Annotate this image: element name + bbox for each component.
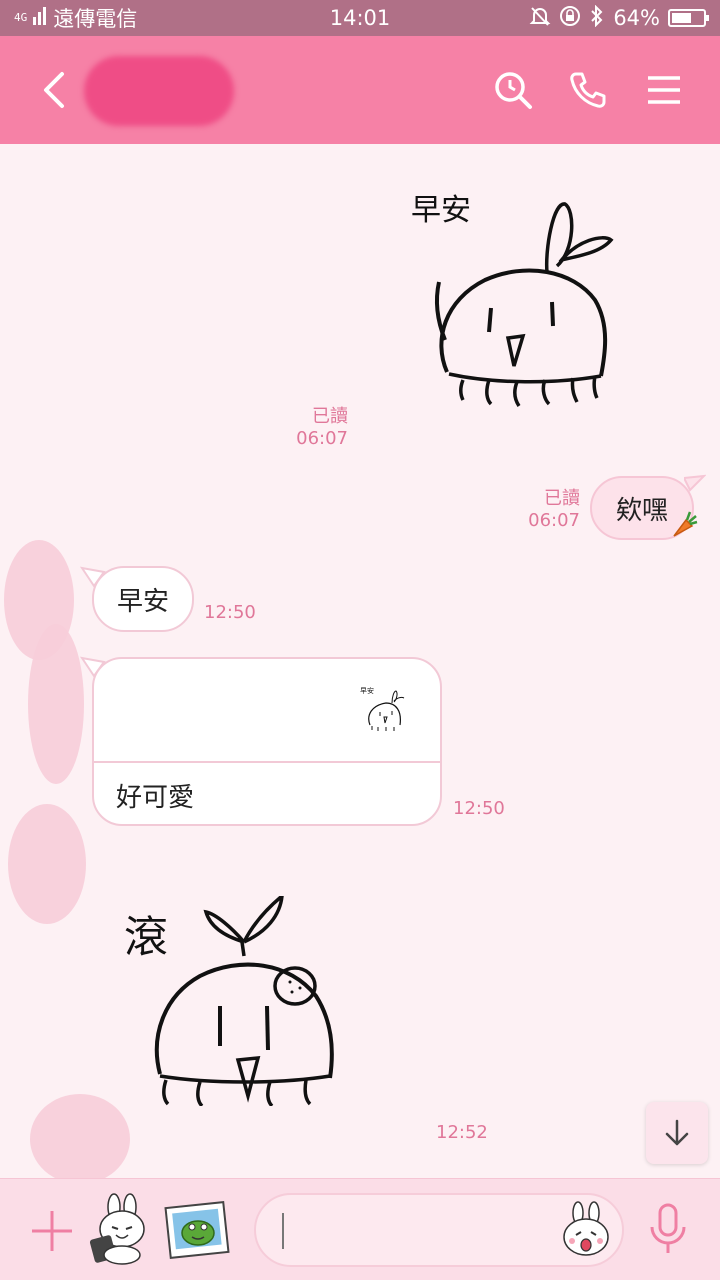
clock-search-icon[interactable] — [493, 70, 533, 110]
mute-bell-icon — [529, 5, 551, 32]
message-time: 12:52 — [436, 1122, 488, 1143]
message-bubble-incoming[interactable]: 早安 — [92, 566, 194, 632]
background-blot — [28, 624, 84, 784]
message-input[interactable] — [254, 1193, 624, 1267]
reply-message-card[interactable]: 早安 好可愛 — [92, 657, 442, 826]
status-bar: 4G 遠傳電信 14:01 64% — [0, 0, 720, 36]
quoted-sticker-text: 早安 — [360, 686, 374, 695]
message-input-bar — [0, 1178, 720, 1280]
carrot-icon — [673, 511, 698, 537]
emoji-cony-icon[interactable] — [560, 1201, 612, 1259]
background-blot — [30, 1094, 130, 1178]
bubble-tail — [684, 474, 706, 492]
message-text: 欸嘿 — [615, 495, 668, 526]
signal-bars-icon — [33, 6, 47, 30]
chat-header — [0, 36, 720, 144]
message-time: 06:07 — [528, 510, 580, 531]
sticker-shortcut-cony-icon[interactable] — [88, 1193, 154, 1265]
hamburger-menu-icon[interactable] — [644, 70, 684, 110]
message-text: 好可愛 — [116, 783, 195, 813]
plus-icon[interactable] — [30, 1209, 74, 1253]
text-caret — [282, 1213, 284, 1249]
arrow-down-icon — [665, 1119, 689, 1146]
message-meta: 已讀 06:07 — [510, 488, 580, 532]
contact-name-redacted[interactable] — [84, 56, 234, 126]
carrier-name: 遠傳電信 — [53, 7, 138, 31]
phone-icon[interactable] — [568, 70, 608, 110]
chat-area[interactable]: 早安 已讀 06:07 已讀 06:07 欸嘿 早安 12:50 早安 好可愛 … — [0, 144, 720, 1178]
chevron-left-icon[interactable] — [36, 70, 76, 110]
battery-icon — [668, 9, 709, 27]
message-text: 早安 — [116, 586, 169, 617]
sticker-good-morning[interactable]: 早安 — [405, 190, 620, 412]
gallery-photo-icon[interactable] — [164, 1193, 230, 1265]
scroll-to-bottom-button[interactable] — [646, 1102, 708, 1164]
microphone-icon[interactable] — [648, 1203, 688, 1257]
quoted-sticker-thumbnail: 早安 — [360, 686, 405, 731]
sticker-text: 早安 — [411, 193, 471, 228]
card-divider — [94, 761, 440, 763]
message-time: 12:50 — [453, 798, 505, 819]
bluetooth-icon — [589, 4, 605, 32]
battery-percent: 64% — [613, 6, 660, 30]
message-time: 12:50 — [204, 602, 256, 623]
signal-icon: 4G — [14, 11, 28, 24]
sticker-get-lost[interactable]: 滾 — [120, 896, 350, 1106]
rotation-lock-icon — [559, 5, 581, 32]
read-receipt: 已讀 — [544, 488, 580, 509]
background-blot — [8, 804, 86, 924]
message-time: 06:07 — [296, 428, 348, 449]
sticker-text: 滾 — [124, 912, 168, 963]
message-meta: 已讀 06:07 — [280, 406, 348, 450]
read-receipt: 已讀 — [312, 406, 348, 427]
